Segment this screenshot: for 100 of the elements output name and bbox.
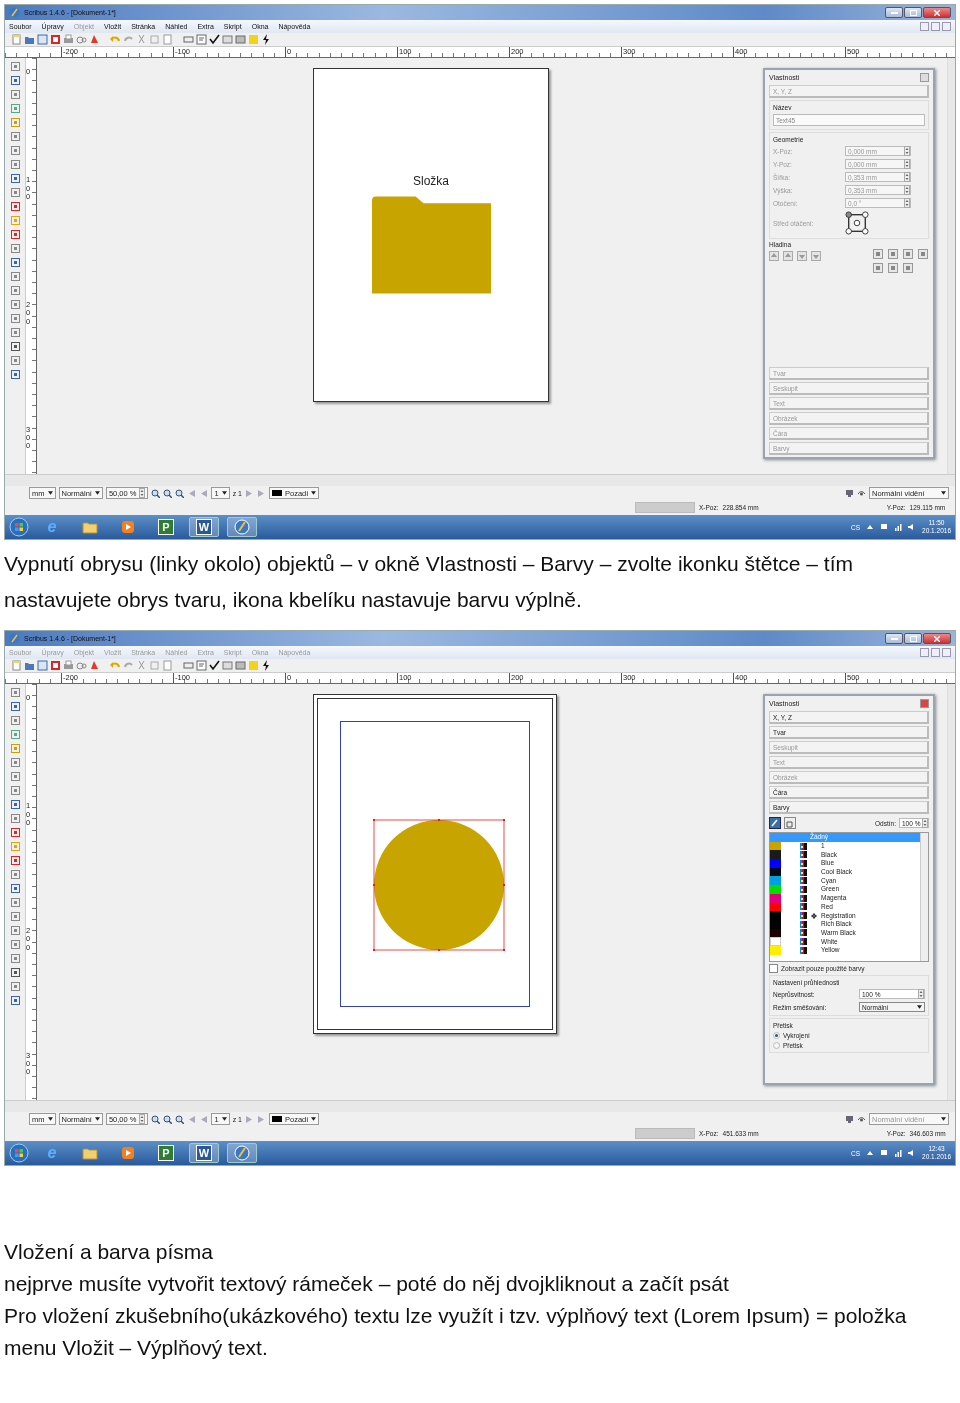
zoom-icon[interactable] (163, 1114, 173, 1124)
cut-icon[interactable] (136, 660, 147, 671)
maximize-button[interactable] (904, 7, 922, 18)
close-document-icon[interactable] (50, 660, 61, 671)
taskbar-button[interactable] (227, 517, 257, 537)
project-icon: P (158, 1145, 174, 1161)
scribus-icon (234, 519, 250, 535)
taskbar-button[interactable]: P (151, 1143, 181, 1163)
spinner-icon (139, 488, 146, 498)
minimize-button[interactable] (885, 633, 903, 644)
media-player-icon (120, 1145, 136, 1161)
paste-icon[interactable] (162, 660, 173, 671)
copy-icon[interactable] (149, 34, 160, 45)
taskbar-button[interactable] (227, 1143, 257, 1163)
word-icon: W (196, 1145, 212, 1161)
tool-icon[interactable] (873, 263, 883, 273)
brush-icon[interactable] (769, 817, 781, 829)
print-icon[interactable] (63, 660, 74, 671)
maximize-button[interactable] (904, 633, 922, 644)
taskbar-button[interactable]: P (151, 517, 181, 537)
zoom-icon[interactable] (175, 1114, 185, 1124)
status-field (635, 502, 695, 513)
frame-icon[interactable] (183, 34, 194, 45)
app-icon (9, 633, 20, 644)
scrollbar[interactable] (5, 1100, 955, 1112)
eye-icon[interactable] (857, 488, 866, 498)
checkbox[interactable] (769, 964, 778, 973)
bucket-icon[interactable] (784, 817, 796, 829)
check-icon[interactable] (209, 660, 220, 671)
browser-icon: e (44, 1145, 60, 1161)
caret-icon (311, 491, 317, 495)
start-button[interactable] (9, 1143, 29, 1163)
start-button[interactable] (9, 517, 29, 537)
caret-icon[interactable] (866, 523, 875, 531)
tool-icon[interactable] (903, 249, 913, 259)
radio-button[interactable] (773, 1042, 780, 1049)
paragraph: nejprve musíte vytvořit textový rámeček – poté do něj dvojkliknout a začít psát (4, 1271, 730, 1297)
folder-icon (371, 196, 491, 294)
cut-icon[interactable] (136, 34, 147, 45)
spinner-icon (139, 1114, 146, 1124)
caret-icon (221, 491, 227, 495)
close-document-icon[interactable] (50, 34, 61, 45)
caret-icon (917, 1005, 922, 1009)
scrollbar[interactable] (947, 684, 955, 1100)
eye-icon[interactable] (857, 1114, 866, 1124)
tool-icon[interactable] (873, 249, 883, 259)
zoom-icon[interactable] (151, 1114, 161, 1124)
monitor-icon[interactable] (845, 488, 854, 498)
tool-icon[interactable] (918, 249, 928, 259)
caret-icon (94, 1117, 100, 1121)
caret-icon (94, 491, 100, 495)
caret-icon[interactable] (866, 1149, 875, 1157)
icon-label: Složka (413, 174, 449, 188)
check-icon[interactable] (209, 34, 220, 45)
monitor-icon[interactable] (845, 1114, 854, 1124)
print-icon[interactable] (63, 34, 74, 45)
folder-icon (82, 1145, 98, 1161)
scrollbar[interactable] (5, 474, 955, 486)
signal-icon[interactable] (894, 1149, 903, 1157)
tool-icon[interactable] (888, 249, 898, 259)
caret-icon (47, 1117, 53, 1121)
close-icon (934, 635, 940, 642)
selected-circle-shape[interactable] (373, 819, 505, 951)
close-button[interactable] (923, 633, 951, 644)
pivot-point-icon[interactable] (845, 211, 869, 235)
document-icon[interactable] (37, 660, 48, 671)
restore-button[interactable] (931, 22, 940, 31)
copy-icon[interactable] (149, 660, 160, 671)
maximize-icon (909, 9, 917, 16)
taskbar-button[interactable]: W (189, 1143, 219, 1163)
close-icon (934, 9, 940, 16)
grid-icon[interactable] (235, 34, 246, 45)
caret-icon (941, 491, 946, 495)
new-document-icon[interactable] (11, 34, 22, 45)
radio-button[interactable] (773, 1032, 780, 1039)
spinner-icon (904, 185, 910, 195)
heading: Vložení a barva písma (4, 1239, 214, 1265)
document-icon[interactable] (37, 34, 48, 45)
zoom-icon[interactable] (151, 488, 161, 498)
frame-icon[interactable] (183, 660, 194, 671)
close-button[interactable] (923, 7, 951, 18)
signal-icon[interactable] (894, 523, 903, 531)
zoom-icon[interactable] (163, 488, 173, 498)
new-document-icon[interactable] (11, 660, 22, 671)
scrollbar[interactable] (947, 58, 955, 474)
tool-icon[interactable] (903, 263, 913, 273)
scribus-icon (234, 1145, 250, 1161)
paste-icon[interactable] (162, 34, 173, 45)
minimize-button[interactable] (885, 7, 903, 18)
tool-icon[interactable] (888, 263, 898, 273)
restore-button[interactable] (931, 648, 940, 657)
spinner-icon (904, 172, 910, 182)
zoom-icon[interactable] (175, 488, 185, 498)
grid-icon[interactable] (235, 660, 246, 671)
taskbar-button[interactable]: W (189, 517, 219, 537)
app-icon (9, 7, 20, 18)
word-icon: W (196, 519, 212, 535)
minimize-icon (890, 637, 898, 640)
spinner-icon (904, 146, 910, 156)
scrollbar[interactable] (920, 833, 928, 961)
